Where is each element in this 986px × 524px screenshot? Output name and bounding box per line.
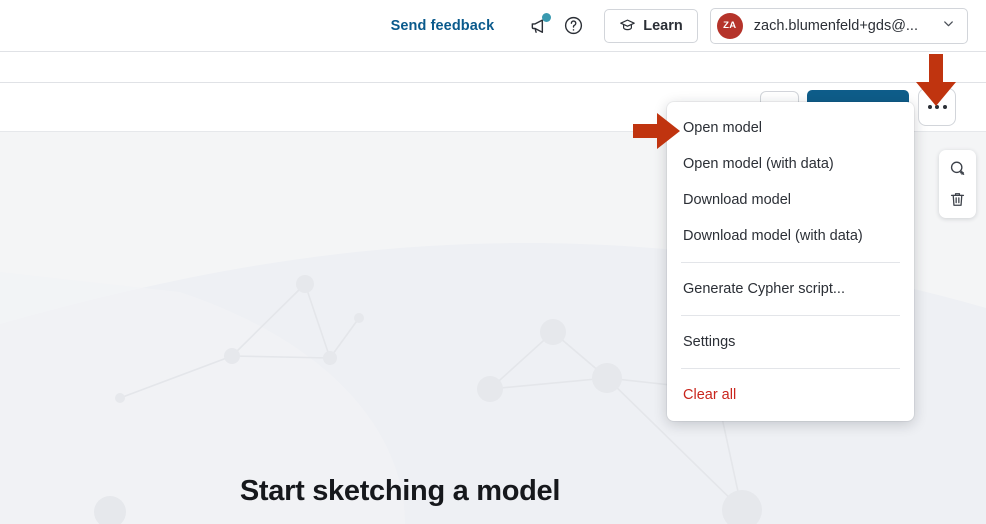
help-circle-icon[interactable] xyxy=(556,9,590,43)
menu-item-open-model-with-data[interactable]: Open model (with data) xyxy=(667,146,914,182)
model-options-menu: Open model Open model (with data) Downlo… xyxy=(667,102,914,421)
ellipsis-dot xyxy=(927,105,932,109)
top-bar: Send feedback Learn ZA zach.blumenfeld+g… xyxy=(0,0,986,52)
ellipsis-dot xyxy=(935,105,939,109)
chevron-down-icon xyxy=(941,16,956,36)
menu-item-label: Clear all xyxy=(683,387,737,403)
menu-divider xyxy=(681,315,900,316)
ellipsis-dot xyxy=(942,105,947,109)
menu-divider xyxy=(681,262,900,263)
menu-item-label: Download model xyxy=(683,192,792,208)
graduation-cap-icon xyxy=(620,19,636,31)
menu-item-label: Settings xyxy=(683,334,736,350)
learn-button[interactable]: Learn xyxy=(604,8,698,43)
menu-item-label: Download model (with data) xyxy=(683,228,863,244)
account-menu-button[interactable]: ZA zach.blumenfeld+gds@... xyxy=(709,7,968,44)
megaphone-icon[interactable] xyxy=(522,9,556,43)
account-name: zach.blumenfeld+gds@... xyxy=(753,17,918,34)
menu-item-download-model-with-data[interactable]: Download model (with data) xyxy=(667,218,914,254)
app-root: Send feedback Learn ZA zach.blumenfeld+g… xyxy=(0,0,986,524)
menu-item-label: Open model (with data) xyxy=(683,156,834,172)
page-title: Start sketching a model xyxy=(239,475,561,507)
zoom-in-icon[interactable] xyxy=(948,159,967,178)
menu-item-label: Generate Cypher script... xyxy=(683,281,845,297)
trash-icon[interactable] xyxy=(948,190,967,209)
menu-item-open-model[interactable]: Open model xyxy=(667,110,914,146)
help-glyph xyxy=(564,16,582,35)
send-feedback-link[interactable]: Send feedback xyxy=(391,18,495,34)
menu-item-settings[interactable]: Settings xyxy=(667,324,914,360)
menu-item-download-model[interactable]: Download model xyxy=(667,182,914,218)
learn-label: Learn xyxy=(643,17,683,34)
menu-item-label: Open model xyxy=(683,120,762,136)
menu-divider xyxy=(681,368,900,369)
canvas-tool-panel xyxy=(939,150,976,218)
menu-item-clear-all[interactable]: Clear all xyxy=(667,377,914,413)
more-options-button[interactable] xyxy=(918,88,956,126)
menu-item-generate-cypher-script[interactable]: Generate Cypher script... xyxy=(667,271,914,307)
sub-bar xyxy=(0,52,986,83)
avatar: ZA xyxy=(716,12,743,39)
notification-dot xyxy=(542,12,552,22)
